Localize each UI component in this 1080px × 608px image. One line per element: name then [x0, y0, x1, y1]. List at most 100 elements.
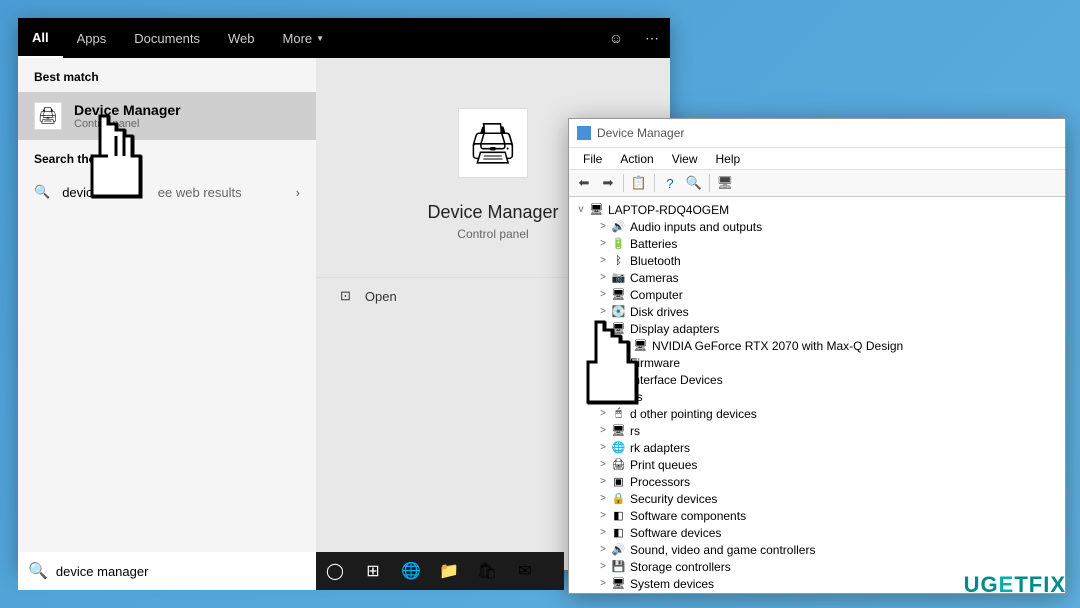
search-icon: 🔍 [34, 184, 50, 200]
expander-icon[interactable]: > [597, 442, 609, 453]
mail-icon[interactable]: ✉ [506, 552, 544, 590]
expander-icon[interactable]: > [597, 544, 609, 555]
feedback-icon[interactable]: ☺ [598, 18, 634, 58]
tree-node-label: Software components [630, 509, 746, 523]
taskview-icon[interactable]: ⊞ [354, 552, 392, 590]
expander-icon[interactable]: > [597, 408, 609, 419]
device-category-icon: 🖥 [611, 577, 626, 591]
forward-button[interactable]: ➡ [597, 172, 619, 194]
expander-icon[interactable]: v [575, 204, 587, 215]
tree-node[interactable]: >◧ Software components [569, 507, 1065, 524]
cortana-icon[interactable]: ◯ [316, 552, 354, 590]
tree-node[interactable]: 🖥NVIDIA GeForce RTX 2070 with Max-Q Desi… [569, 337, 1065, 354]
device-category-icon: 📷 [611, 271, 626, 285]
tab-documents[interactable]: Documents [120, 18, 214, 58]
tab-apps[interactable]: Apps [63, 18, 121, 58]
tab-all[interactable]: All [18, 18, 63, 58]
expander-icon[interactable]: > [597, 510, 609, 521]
expander-icon[interactable]: > [597, 425, 609, 436]
expander-icon[interactable]: > [597, 459, 609, 470]
tree-node[interactable]: >▣Processors [569, 473, 1065, 490]
expander-icon[interactable]: > [597, 527, 609, 538]
expander-icon[interactable]: > [597, 306, 609, 317]
result-subtitle: Control panel [74, 118, 181, 130]
tree-node[interactable]: >🖨Print queues [569, 456, 1065, 473]
expander-icon[interactable]: > [597, 561, 609, 572]
explorer-icon[interactable]: 📁 [430, 552, 468, 590]
tree-node[interactable]: >⌨ds [569, 388, 1065, 405]
tree-node[interactable]: >🌐 rk adapters [569, 439, 1065, 456]
more-icon[interactable]: ⋯ [634, 18, 670, 58]
expander-icon[interactable]: > [597, 493, 609, 504]
monitor-button[interactable]: 🖥 [714, 172, 736, 194]
tree-node-label: rk adapters [630, 441, 690, 455]
tree-node[interactable]: >🖱d other pointing devices [569, 405, 1065, 422]
store-icon[interactable]: 🛍 [468, 552, 506, 590]
tree-node[interactable]: >ᛒBluetooth [569, 252, 1065, 269]
result-device-manager[interactable]: 🖨 Device Manager Control panel [18, 92, 316, 140]
result-title: Device Manager [74, 102, 181, 118]
tree-root[interactable]: v 🖥 LAPTOP-RDQ4OGEM [569, 201, 1065, 218]
device-category-icon: 🔋 [611, 237, 626, 251]
properties-button[interactable]: 📋 [628, 172, 650, 194]
tree-node-label: Computer [630, 288, 683, 302]
window-titlebar[interactable]: Device Manager [569, 119, 1065, 147]
search-web-heading: Search the web [18, 140, 316, 174]
search-input[interactable] [56, 564, 306, 579]
tree-node-label: Firmware [630, 356, 680, 370]
tree-node[interactable]: v🖥Display adapters [569, 320, 1065, 337]
chevron-down-icon: ▼ [316, 34, 324, 43]
expander-icon[interactable]: > [597, 578, 609, 589]
tab-more[interactable]: More▼ [269, 18, 339, 58]
tree-node-label: Interface Devices [630, 373, 723, 387]
device-category-icon: 🔒 [611, 492, 626, 506]
toolbar: ⬅ ➡ 📋 ? 🔍 🖥 [569, 169, 1065, 197]
open-icon: ⊡ [340, 288, 351, 304]
tree-node[interactable]: >🔒Security devices [569, 490, 1065, 507]
tree-node[interactable]: >🔋 Batteries [569, 235, 1065, 252]
window-title: Device Manager [597, 126, 684, 140]
tree-node[interactable]: >📷Cameras [569, 269, 1065, 286]
menu-action[interactable]: Action [612, 150, 661, 168]
tree-node[interactable]: >🔊Audio inputs and outputs [569, 218, 1065, 235]
expander-icon[interactable]: v [597, 323, 609, 334]
tree-root-label: LAPTOP-RDQ4OGEM [608, 203, 729, 217]
expander-icon[interactable]: > [597, 357, 609, 368]
tree-node-label: Storage controllers [630, 560, 731, 574]
device-category-icon: 🖥 [611, 322, 626, 336]
expander-icon[interactable]: > [597, 238, 609, 249]
tree-node[interactable]: >🖱Interface Devices [569, 371, 1065, 388]
back-button[interactable]: ⬅ [573, 172, 595, 194]
expander-icon[interactable]: > [597, 391, 609, 402]
device-tree[interactable]: v 🖥 LAPTOP-RDQ4OGEM >🔊Audio inputs and o… [569, 197, 1065, 593]
tree-node[interactable]: >🖥rs [569, 422, 1065, 439]
device-category-icon: 🖨 [611, 458, 626, 472]
expander-icon[interactable]: > [597, 476, 609, 487]
device-category-icon: 🌐 [611, 441, 626, 455]
device-category-icon: ◧ [611, 509, 626, 523]
expander-icon[interactable]: > [597, 255, 609, 266]
tree-node[interactable]: >◧Software devices [569, 524, 1065, 541]
taskbar-search[interactable]: 🔍 [18, 552, 316, 590]
device-category-icon: ᛒ [611, 254, 626, 268]
menu-view[interactable]: View [664, 150, 706, 168]
web-result-row[interactable]: 🔍 device ee web results › [18, 174, 316, 210]
help-button[interactable]: ? [659, 172, 681, 194]
menu-file[interactable]: File [575, 150, 610, 168]
tree-node[interactable]: >💽Disk drives [569, 303, 1065, 320]
tree-node[interactable]: >🖥Computer [569, 286, 1065, 303]
search-results-column: Best match 🖨 Device Manager Control pane… [18, 58, 316, 570]
best-match-heading: Best match [18, 58, 316, 92]
expander-icon[interactable]: > [597, 289, 609, 300]
scan-button[interactable]: 🔍 [683, 172, 705, 194]
menu-help[interactable]: Help [708, 150, 749, 168]
tree-node[interactable]: >⚙Firmware [569, 354, 1065, 371]
expander-icon[interactable]: > [597, 221, 609, 232]
tree-node-label: Batteries [630, 237, 677, 251]
open-label: Open [365, 289, 397, 304]
expander-icon[interactable]: > [597, 374, 609, 385]
tab-web[interactable]: Web [214, 18, 269, 58]
expander-icon[interactable]: > [597, 272, 609, 283]
edge-icon[interactable]: 🌐 [392, 552, 430, 590]
tree-node[interactable]: >🔊Sound, video and game controllers [569, 541, 1065, 558]
